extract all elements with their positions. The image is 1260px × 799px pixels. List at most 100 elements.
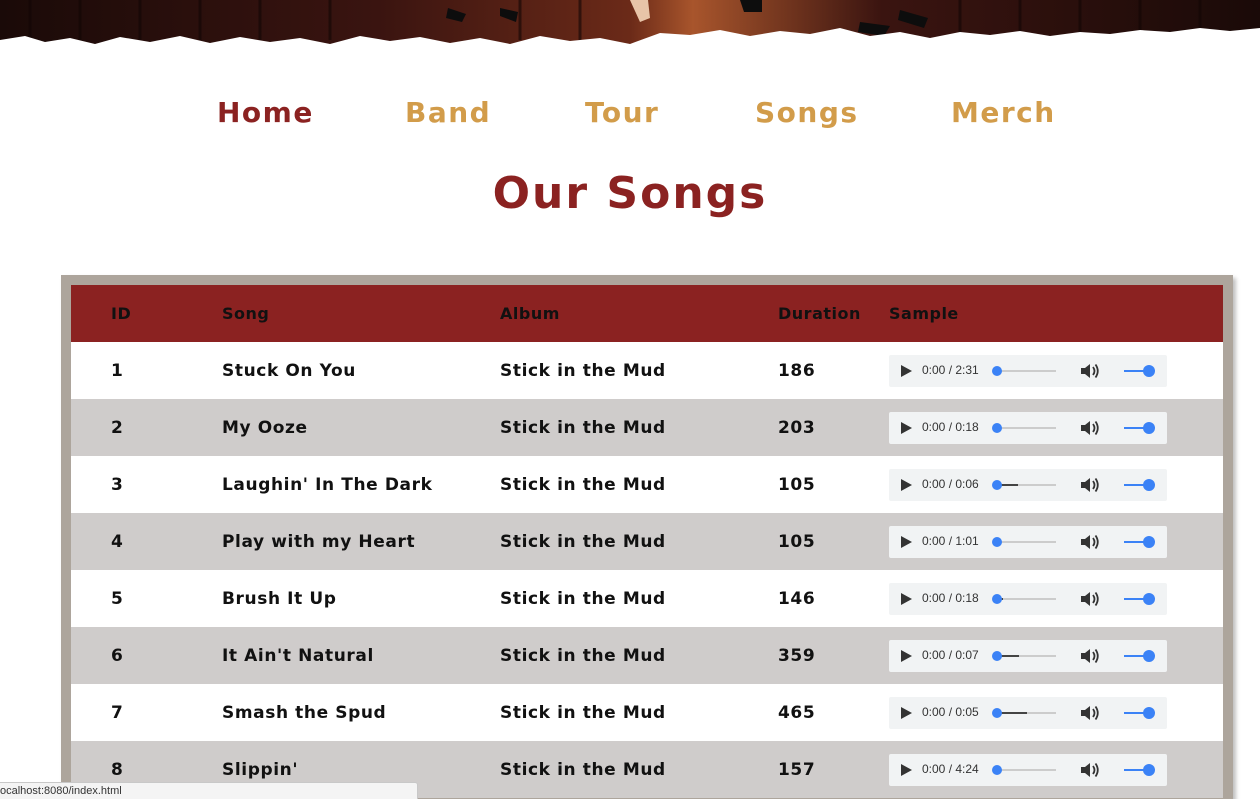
browser-status-bar: ocalhost:8080/index.html <box>0 782 418 799</box>
table-row: 3 Laughin' In The Dark Stick in the Mud 105… <box>71 456 1223 513</box>
cell-song: Stuck On You <box>222 342 500 399</box>
volume-icon[interactable] <box>1079 533 1101 551</box>
cell-id: 1 <box>71 342 222 399</box>
cell-duration: 359 <box>778 627 889 684</box>
seek-knob[interactable] <box>992 707 1002 718</box>
audio-time: 0:00 / 0:06 <box>922 476 979 491</box>
nav-link-songs[interactable]: Songs <box>755 96 859 129</box>
cell-album: Stick in the Mud <box>500 741 778 798</box>
seek-knob[interactable] <box>992 479 1002 490</box>
column-header-duration: Duration <box>778 285 889 342</box>
cell-song: Play with my Heart <box>222 513 500 570</box>
cell-album: Stick in the Mud <box>500 684 778 741</box>
cell-album: Stick in the Mud <box>500 342 778 399</box>
audio-player: 0:00 / 0:18 <box>889 411 1167 444</box>
volume-knob[interactable] <box>1143 763 1155 776</box>
volume-knob[interactable] <box>1143 478 1155 491</box>
volume-icon[interactable] <box>1079 704 1101 722</box>
cell-sample: 0:00 / 0:07 <box>889 627 1223 684</box>
cell-album: Stick in the Mud <box>500 570 778 627</box>
volume-icon[interactable] <box>1079 362 1101 380</box>
volume-knob[interactable] <box>1143 421 1155 434</box>
audio-time: 0:00 / 4:24 <box>922 761 979 776</box>
cell-id: 6 <box>71 627 222 684</box>
play-icon[interactable] <box>901 478 912 491</box>
table-row: 4 Play with my Heart Stick in the Mud 105 0:… <box>71 513 1223 570</box>
cell-album: Stick in the Mud <box>500 456 778 513</box>
column-header-album: Album <box>500 285 778 342</box>
volume-knob[interactable] <box>1143 649 1155 662</box>
page-title: Our Songs <box>492 168 768 219</box>
table-row: 2 My Ooze Stick in the Mud 203 0:00 / 0:18 <box>71 399 1223 456</box>
volume-knob[interactable] <box>1143 592 1155 605</box>
play-icon[interactable] <box>901 592 912 605</box>
play-icon[interactable] <box>901 763 912 776</box>
seek-slider[interactable] <box>992 365 1056 376</box>
cell-sample: 0:00 / 0:18 <box>889 570 1223 627</box>
songs-table: ID Song Album Duration Sample 1 Stuck On … <box>71 285 1223 798</box>
seek-slider[interactable] <box>992 650 1056 661</box>
audio-time: 0:00 / 0:07 <box>922 647 979 662</box>
seek-slider[interactable] <box>992 422 1056 433</box>
songs-table-body: 1 Stuck On You Stick in the Mud 186 0:00 / 2… <box>71 342 1223 798</box>
play-icon[interactable] <box>901 649 912 662</box>
audio-player: 0:00 / 0:18 <box>889 582 1167 615</box>
seek-slider[interactable] <box>992 536 1056 547</box>
seek-slider[interactable] <box>992 764 1056 775</box>
seek-slider[interactable] <box>992 593 1056 604</box>
nav-link-band[interactable]: Band <box>405 96 491 129</box>
cell-id: 5 <box>71 570 222 627</box>
seek-knob[interactable] <box>992 593 1002 604</box>
volume-icon[interactable] <box>1079 647 1101 665</box>
cell-duration: 157 <box>778 741 889 798</box>
cell-song: It Ain't Natural <box>222 627 500 684</box>
cell-song: Smash the Spud <box>222 684 500 741</box>
nav-link-tour[interactable]: Tour <box>585 96 659 129</box>
volume-knob[interactable] <box>1143 364 1155 377</box>
volume-icon[interactable] <box>1079 419 1101 437</box>
volume-knob[interactable] <box>1143 706 1155 719</box>
cell-duration: 465 <box>778 684 889 741</box>
seek-knob[interactable] <box>992 764 1002 775</box>
cell-id: 3 <box>71 456 222 513</box>
volume-knob[interactable] <box>1143 535 1155 548</box>
seek-knob[interactable] <box>992 422 1002 433</box>
volume-icon[interactable] <box>1079 761 1101 779</box>
column-header-sample: Sample <box>889 285 1223 342</box>
cell-id: 2 <box>71 399 222 456</box>
status-url: ocalhost:8080/index.html <box>0 785 122 797</box>
seek-knob[interactable] <box>992 365 1002 376</box>
play-icon[interactable] <box>901 706 912 719</box>
audio-player: 0:00 / 1:01 <box>889 525 1167 558</box>
cell-album: Stick in the Mud <box>500 513 778 570</box>
play-icon[interactable] <box>901 421 912 434</box>
songs-table-frame: ID Song Album Duration Sample 1 Stuck On … <box>61 275 1233 799</box>
main-nav: Home Band Tour Songs Merch <box>0 96 1260 136</box>
nav-link-merch[interactable]: Merch <box>951 96 1056 129</box>
cell-album: Stick in the Mud <box>500 627 778 684</box>
audio-player: 0:00 / 0:05 <box>889 696 1167 729</box>
seek-slider[interactable] <box>992 707 1056 718</box>
seek-knob[interactable] <box>992 650 1002 661</box>
volume-icon[interactable] <box>1079 476 1101 494</box>
table-row: 6 It Ain't Natural Stick in the Mud 359 0:00… <box>71 627 1223 684</box>
cell-song: My Ooze <box>222 399 500 456</box>
table-row: 1 Stuck On You Stick in the Mud 186 0:00 / 2… <box>71 342 1223 399</box>
cell-duration: 105 <box>778 513 889 570</box>
audio-player: 0:00 / 4:24 <box>889 753 1167 786</box>
table-row: 7 Smash the Spud Stick in the Mud 465 0:00 /… <box>71 684 1223 741</box>
play-icon[interactable] <box>901 364 912 377</box>
table-row: 5 Brush It Up Stick in the Mud 146 0:00 / 0:… <box>71 570 1223 627</box>
audio-time: 0:00 / 0:18 <box>922 590 979 605</box>
cell-duration: 146 <box>778 570 889 627</box>
nav-link-home[interactable]: Home <box>217 96 314 129</box>
cell-duration: 105 <box>778 456 889 513</box>
play-icon[interactable] <box>901 535 912 548</box>
audio-time: 0:00 / 1:01 <box>922 533 979 548</box>
audio-time: 0:00 / 0:18 <box>922 419 979 434</box>
seek-slider[interactable] <box>992 479 1056 490</box>
volume-icon[interactable] <box>1079 590 1101 608</box>
seek-knob[interactable] <box>992 536 1002 547</box>
audio-player: 0:00 / 0:06 <box>889 468 1167 501</box>
cell-sample: 0:00 / 2:31 <box>889 342 1223 399</box>
